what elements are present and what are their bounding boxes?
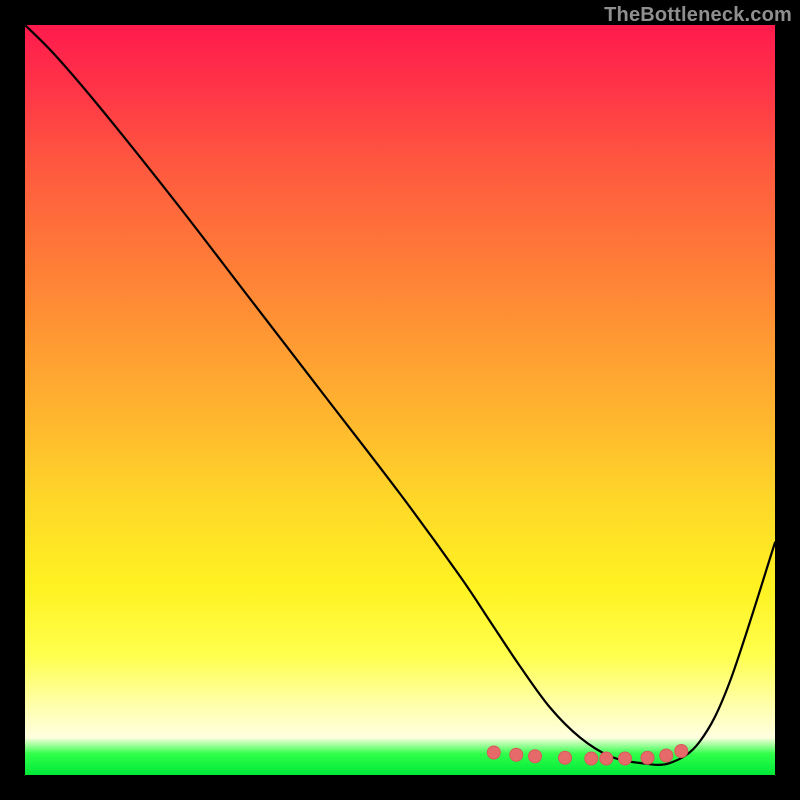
trough-marker xyxy=(510,748,523,761)
trough-marker xyxy=(619,752,632,765)
trough-marker xyxy=(675,745,688,758)
trough-marker xyxy=(487,746,500,759)
trough-markers-group xyxy=(487,745,688,766)
bottleneck-curve xyxy=(25,25,775,765)
trough-marker xyxy=(600,752,613,765)
trough-marker xyxy=(585,752,598,765)
trough-marker xyxy=(660,749,673,762)
trough-marker xyxy=(559,751,572,764)
chart-stage: TheBottleneck.com xyxy=(0,0,800,800)
chart-svg xyxy=(25,25,775,775)
trough-marker xyxy=(641,751,654,764)
watermark-text: TheBottleneck.com xyxy=(604,4,792,27)
trough-marker xyxy=(529,750,542,763)
